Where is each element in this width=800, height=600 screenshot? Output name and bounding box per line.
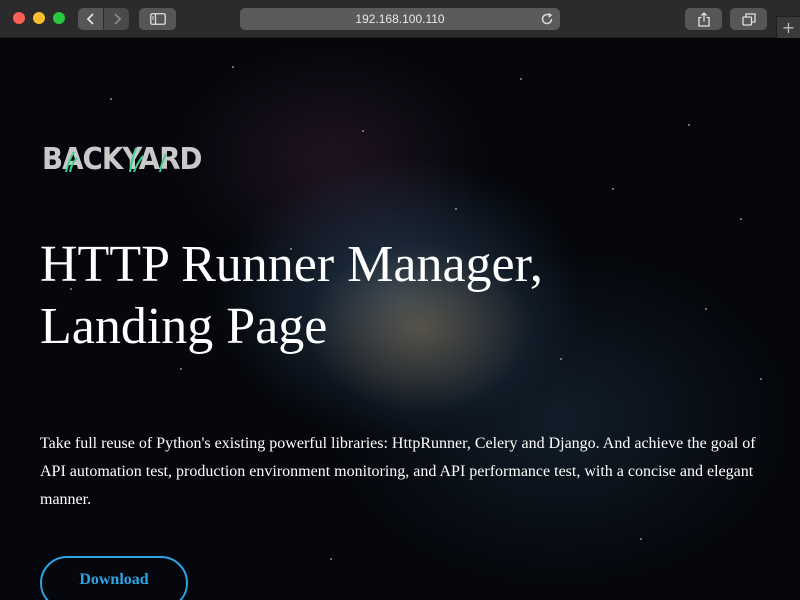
- forward-icon: [113, 13, 121, 25]
- new-tab-button[interactable]: +: [776, 16, 800, 38]
- download-button[interactable]: Download: [40, 556, 188, 600]
- sidebar-button[interactable]: [139, 8, 176, 30]
- address-bar[interactable]: 192.168.100.110: [240, 8, 560, 30]
- window-minimize-button[interactable]: [33, 12, 45, 24]
- share-button[interactable]: [685, 8, 722, 30]
- url-text: 192.168.100.110: [355, 12, 445, 26]
- share-icon: [697, 11, 710, 27]
- new-tab-icon: +: [781, 18, 796, 37]
- grass-logo-icon: [65, 147, 167, 172]
- window-close-button[interactable]: [13, 12, 25, 24]
- hero-title-line-1: HTTP Runner Manager,: [40, 236, 543, 293]
- hero-title: HTTP Runner Manager, Landing Page: [40, 234, 740, 358]
- download-button-label: Download: [79, 571, 149, 588]
- back-icon: [86, 13, 94, 25]
- landing-page: BACKYARD HTTP Runner Manager, Landing Pa…: [0, 38, 800, 600]
- sidebar-icon: [149, 13, 166, 25]
- window-maximize-button[interactable]: [53, 12, 65, 24]
- reload-icon[interactable]: [540, 12, 554, 26]
- forward-button[interactable]: [104, 8, 129, 30]
- tabs-icon: [741, 12, 756, 26]
- backyard-logo[interactable]: BACKYARD: [42, 142, 215, 177]
- browser-toolbar: 192.168.100.110 +: [0, 0, 800, 38]
- hero-description: Take full reuse of Python's existing pow…: [40, 435, 756, 508]
- navigation-buttons: [78, 8, 129, 30]
- tabs-overview-button[interactable]: [730, 8, 767, 30]
- hero-title-line-2: Landing Page: [40, 298, 328, 355]
- back-button[interactable]: [78, 8, 103, 30]
